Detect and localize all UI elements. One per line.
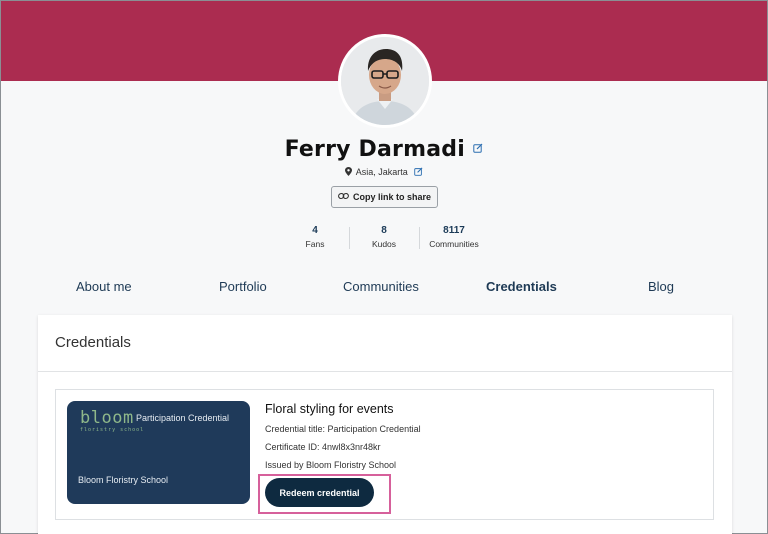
issued-by: Issued by Bloom Floristry School: [265, 460, 397, 470]
tab-about-me[interactable]: About me: [76, 279, 132, 294]
stat-divider: [419, 227, 420, 249]
stat-communities[interactable]: 8117 Communities: [424, 225, 484, 249]
credentials-card: Credentials bloom floristry school Parti…: [38, 315, 732, 534]
profile-name-row: Ferry Darmadi: [1, 137, 767, 162]
credential-item: bloom floristry school Participation Cre…: [55, 389, 714, 520]
profile-location-row: Asia, Jakarta: [1, 167, 767, 178]
edit-name-icon[interactable]: [473, 140, 483, 158]
stat-fans[interactable]: 4 Fans: [295, 225, 335, 249]
profile-location: Asia, Jakarta: [355, 167, 408, 177]
bloom-logo: bloom floristry school: [80, 409, 144, 433]
section-divider: [38, 371, 732, 372]
edit-location-icon[interactable]: [414, 167, 423, 178]
logo-main-text: bloom: [80, 408, 134, 428]
copy-link-button[interactable]: Copy link to share: [331, 186, 438, 208]
stat-label: Kudos: [371, 239, 397, 249]
tab-blog[interactable]: Blog: [648, 279, 674, 294]
logo-sub-text: floristry school: [80, 427, 145, 433]
certificate-id: Certificate ID: 4nwl8x3nr48kr: [265, 442, 381, 452]
location-pin-icon: [344, 167, 352, 178]
copy-link-label: Copy link to share: [352, 192, 432, 202]
credential-title: Floral styling for events: [265, 402, 394, 416]
badge-issuer: Bloom Floristry School: [78, 475, 169, 485]
stat-label: Fans: [305, 239, 325, 249]
stat-value: 8: [381, 225, 387, 236]
avatar-photo: [341, 37, 429, 125]
tab-portfolio[interactable]: Portfolio: [219, 279, 267, 294]
profile-name: Ferry Darmadi: [284, 137, 465, 162]
credential-badge[interactable]: bloom floristry school Participation Cre…: [67, 401, 250, 504]
badge-credential-type: Participation Credential: [136, 413, 230, 423]
tab-credentials[interactable]: Credentials: [486, 279, 557, 294]
section-title: Credentials: [55, 334, 131, 351]
stat-divider: [349, 227, 350, 249]
redeem-credential-button[interactable]: Redeem credential: [265, 478, 374, 507]
stat-label: Communities: [429, 239, 479, 249]
tab-communities[interactable]: Communities: [343, 279, 419, 294]
profile-stats: 4 Fans 8 Kudos 8117 Communities: [1, 225, 767, 253]
profile-tabs: About me Portfolio Communities Credentia…: [1, 279, 767, 297]
stat-value: 8117: [443, 225, 465, 236]
avatar: [338, 34, 432, 128]
credential-title-line: Credential title: Participation Credenti…: [265, 424, 421, 434]
link-icon: [338, 192, 349, 202]
stat-value: 4: [312, 225, 318, 236]
stat-kudos[interactable]: 8 Kudos: [364, 225, 404, 249]
